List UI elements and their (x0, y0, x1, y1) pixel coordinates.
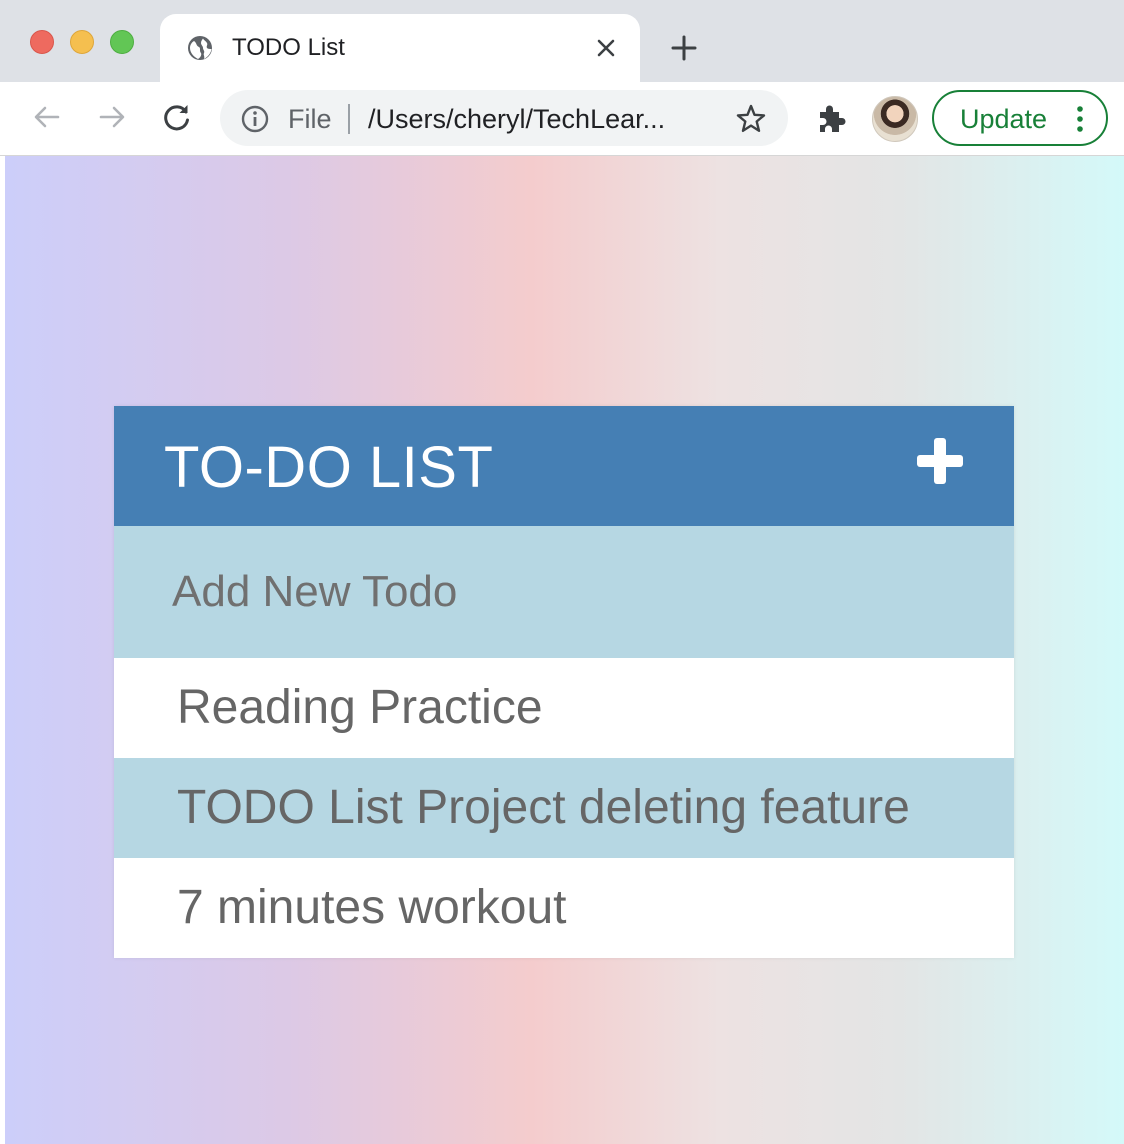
reload-icon[interactable] (160, 100, 194, 134)
update-button[interactable]: Update (932, 90, 1108, 146)
plus-icon[interactable] (915, 436, 965, 486)
todo-card: TO-DO LIST Reading Practice TODO List Pr… (114, 406, 1014, 958)
todo-item[interactable]: Reading Practice (114, 658, 1014, 758)
new-todo-input[interactable] (114, 526, 1014, 658)
forward-arrow-icon[interactable] (95, 100, 129, 134)
update-button-label: Update (960, 104, 1048, 134)
tab-strip: TODO List (0, 0, 1124, 82)
info-icon[interactable] (240, 104, 270, 134)
globe-icon (188, 36, 212, 60)
url-scheme-label: File (288, 104, 332, 134)
url-text[interactable]: /Users/cheryl/TechLear... (368, 104, 665, 134)
page-viewport: TO-DO LIST Reading Practice TODO List Pr… (5, 156, 1124, 1144)
close-icon[interactable] (594, 36, 618, 60)
tab-title: TODO List (232, 34, 345, 61)
browser-tab[interactable]: TODO List (160, 14, 640, 82)
page-title: TO-DO LIST (164, 435, 494, 500)
new-tab-icon[interactable] (668, 32, 700, 64)
todo-item[interactable]: 7 minutes workout (114, 858, 1014, 958)
browser-toolbar: File /Users/cheryl/TechLear... Update (0, 82, 1124, 156)
window-maximize-button[interactable] (110, 30, 134, 54)
url-separator (348, 104, 350, 134)
back-arrow-icon[interactable] (30, 100, 64, 134)
todo-list: Reading Practice TODO List Project delet… (114, 658, 1014, 958)
todo-header: TO-DO LIST (114, 406, 1014, 526)
more-vertical-icon[interactable] (1070, 104, 1090, 134)
extensions-puzzle-icon[interactable] (814, 102, 850, 136)
window-minimize-button[interactable] (70, 30, 94, 54)
window-close-button[interactable] (30, 30, 54, 54)
todo-item[interactable]: TODO List Project deleting feature (114, 758, 1014, 858)
address-bar[interactable]: File /Users/cheryl/TechLear... (220, 90, 788, 146)
profile-avatar[interactable] (872, 96, 918, 142)
bookmark-star-icon[interactable] (734, 102, 768, 136)
